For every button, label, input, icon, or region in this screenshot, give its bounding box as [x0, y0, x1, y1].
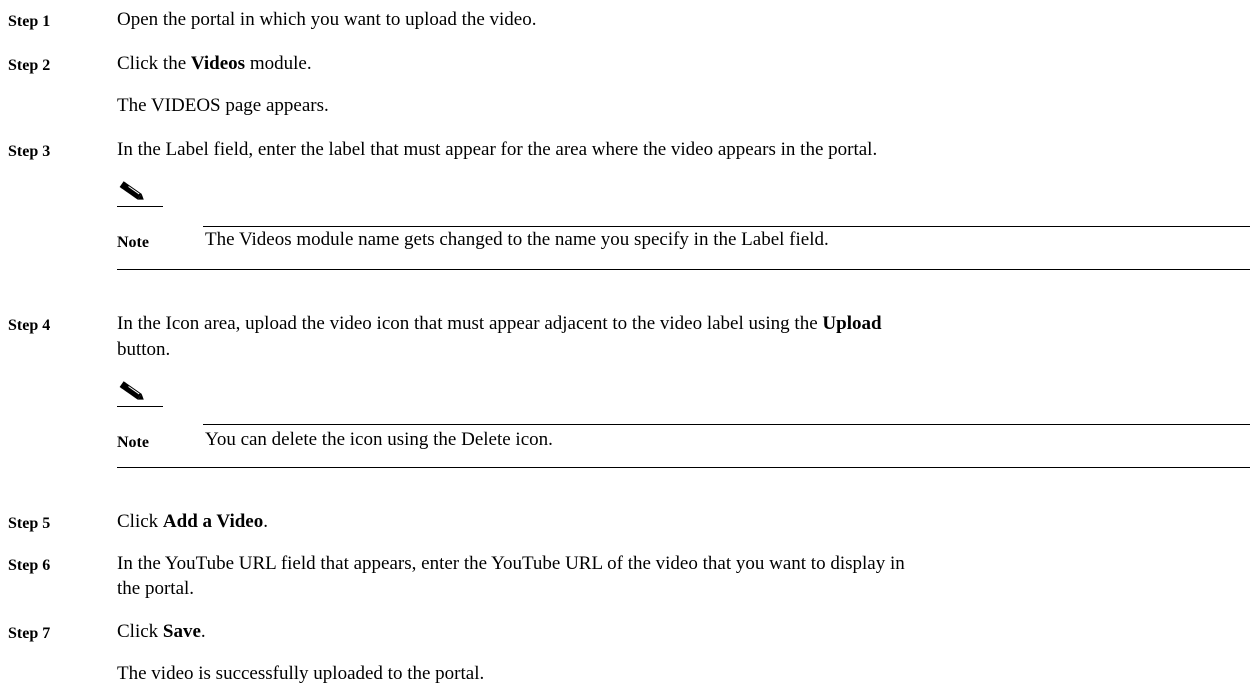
note-2-bottom-rule [117, 467, 1250, 468]
note-1-text: The Videos module name gets changed to t… [205, 229, 829, 250]
step-2-text-post: module. [245, 53, 312, 74]
step-1-label: Step 1 [8, 13, 51, 30]
step-7-text-pre: Click [117, 621, 163, 642]
step-7-text-post: . [200, 621, 206, 642]
step-2-result: The VIDEOS page appears. [117, 95, 329, 116]
pencil-note-icon [119, 381, 144, 400]
note-1-bottom-rule [117, 269, 1250, 270]
step-4-text: In the Icon area, upload the video icon … [117, 313, 882, 335]
step-5-text-pre: Click [117, 511, 163, 532]
step-2-bold-videos: Videos [190, 53, 246, 74]
step-6-text: In the YouTube URL field that appears, e… [117, 553, 905, 574]
step-4-text-line2: button. [117, 339, 171, 360]
step-1-text: Open the portal in which you want to upl… [117, 9, 537, 30]
note-1-label: Note [117, 234, 149, 251]
step-3-label: Step 3 [8, 143, 51, 160]
note-2-top-rule [203, 424, 1250, 425]
step-7-result: The video is successfully uploaded to th… [117, 663, 485, 684]
step-4-text-pre: In the Icon area, upload the video icon … [117, 313, 823, 334]
step-5-bold-add-video: Add a Video [162, 511, 264, 532]
step-5-text-post: . [263, 511, 268, 532]
pencil-note-icon [119, 181, 144, 200]
step-6-label: Step 6 [8, 557, 51, 574]
note-2-label: Note [117, 434, 149, 451]
step-6-text-line2: the portal. [117, 578, 195, 599]
step-4-label: Step 4 [8, 317, 51, 334]
step-3-text: In the Label field, enter the label that… [117, 139, 878, 160]
step-4-bold-upload: Upload [822, 313, 882, 334]
note-2-icon-rule [117, 406, 163, 407]
step-2-text: Click the Videos module. [117, 53, 312, 75]
note-1-icon-rule [117, 206, 163, 207]
step-5-text: Click Add a Video. [117, 511, 268, 533]
step-7-bold-save: Save [162, 621, 201, 642]
note-2-text: You can delete the icon using the Delete… [205, 429, 553, 450]
step-2-text-pre: Click the [117, 53, 191, 74]
step-7-label: Step 7 [8, 625, 51, 642]
step-5-label: Step 5 [8, 515, 51, 532]
note-1-top-rule [203, 226, 1250, 227]
step-2-label: Step 2 [8, 57, 51, 74]
step-7-text: Click Save. [117, 621, 206, 643]
